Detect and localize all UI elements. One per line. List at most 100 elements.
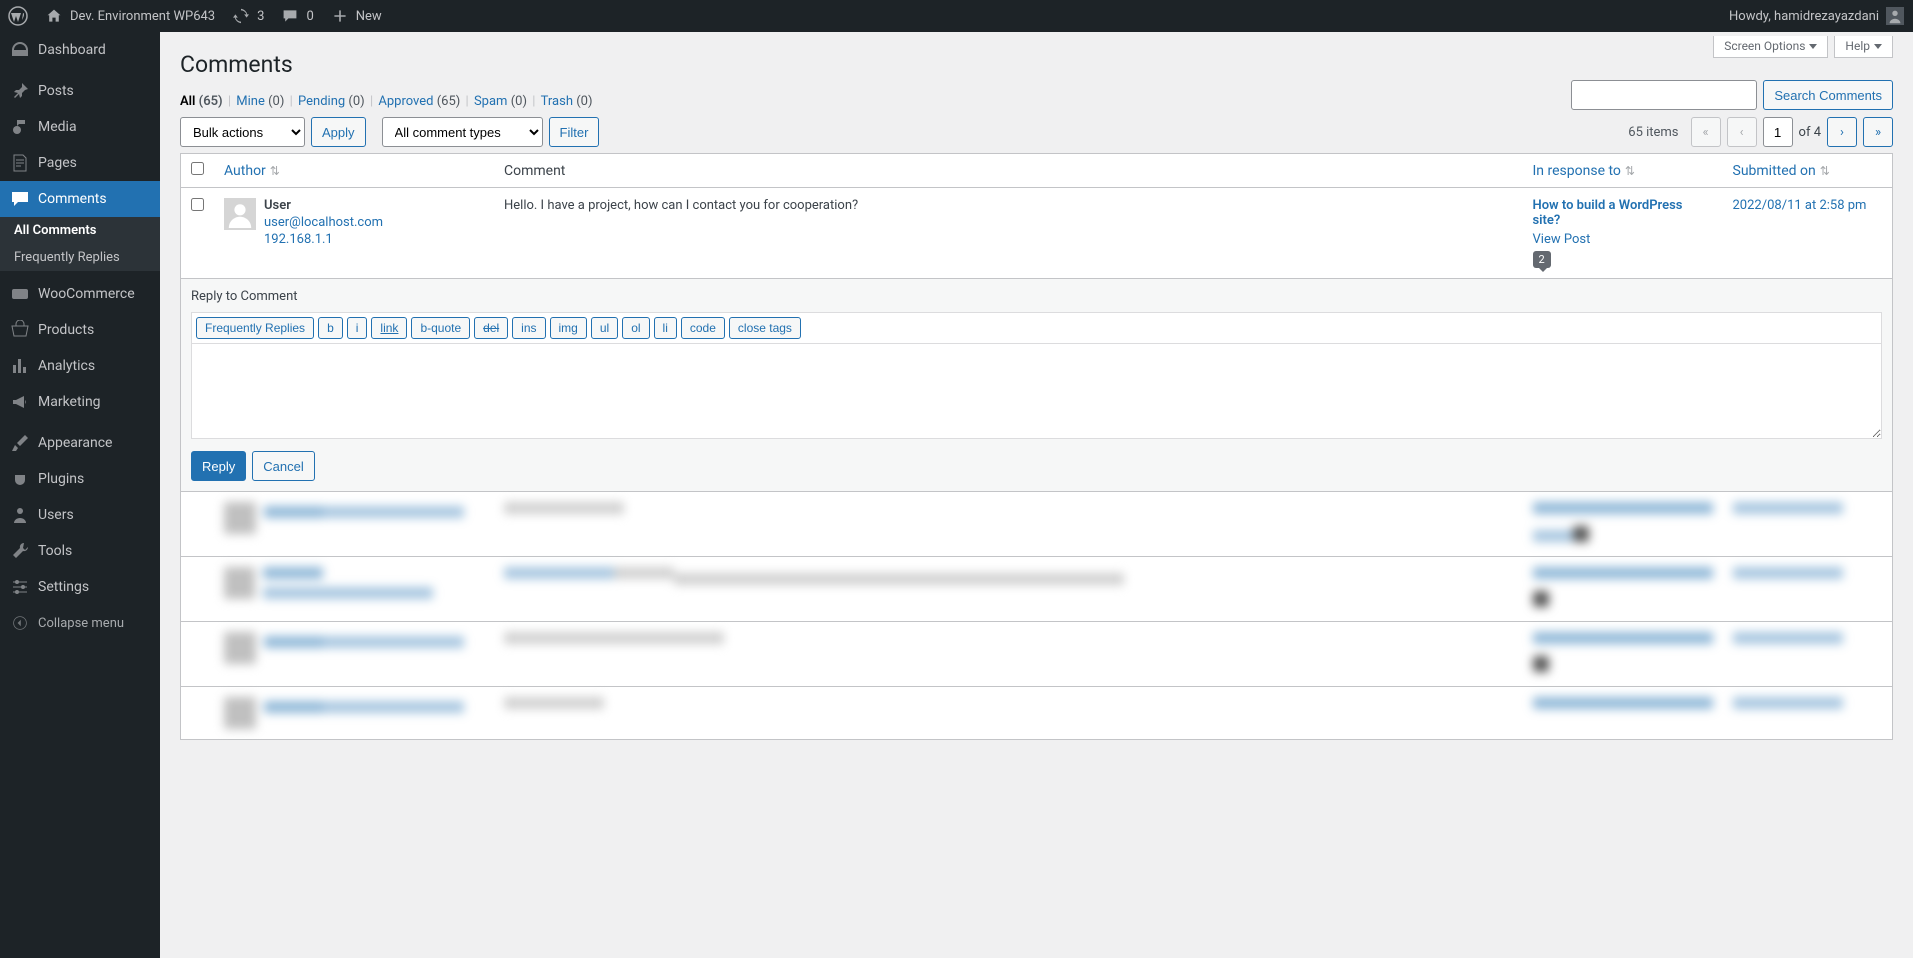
qt-italic[interactable]: i bbox=[347, 317, 368, 339]
comments-link[interactable]: 0 bbox=[280, 6, 313, 26]
current-page-input[interactable] bbox=[1763, 117, 1793, 147]
products-icon bbox=[10, 320, 30, 340]
sidebar-item-products[interactable]: Products bbox=[0, 312, 160, 348]
plug-icon bbox=[10, 469, 30, 489]
sidebar-item-marketing[interactable]: Marketing bbox=[0, 384, 160, 420]
qt-ul[interactable]: ul bbox=[591, 317, 618, 339]
sidebar-subitem-all-comments[interactable]: All Comments bbox=[0, 217, 160, 244]
sidebar-item-analytics[interactable]: Analytics bbox=[0, 348, 160, 384]
filter-mine[interactable]: Mine (0) bbox=[236, 94, 284, 109]
menu-label: Pages bbox=[38, 155, 77, 171]
comment-row-blurred bbox=[181, 557, 1893, 622]
reply-title: Reply to Comment bbox=[191, 289, 1882, 304]
menu-label: Marketing bbox=[38, 394, 101, 410]
comment-row-blurred bbox=[181, 622, 1893, 687]
menu-label: Tools bbox=[38, 543, 72, 559]
media-icon bbox=[10, 117, 30, 137]
qt-li[interactable]: li bbox=[654, 317, 677, 339]
pagination: 65 items « ‹ of 4 › » bbox=[1628, 117, 1893, 147]
qt-img[interactable]: img bbox=[550, 317, 587, 339]
column-author[interactable]: Author bbox=[224, 163, 266, 179]
wp-logo[interactable] bbox=[8, 6, 28, 26]
sidebar-item-posts[interactable]: Posts bbox=[0, 73, 160, 109]
search-comments-button[interactable]: Search Comments bbox=[1763, 80, 1893, 110]
triangle-down-icon bbox=[1809, 44, 1817, 49]
filter-spam[interactable]: Spam (0) bbox=[474, 94, 527, 109]
sidebar-item-users[interactable]: Users bbox=[0, 497, 160, 533]
comment-icon bbox=[10, 189, 30, 209]
sidebar-item-settings[interactable]: Settings bbox=[0, 569, 160, 605]
last-page-button[interactable]: » bbox=[1863, 117, 1893, 147]
qt-frequently-replies[interactable]: Frequently Replies bbox=[196, 317, 314, 339]
filter-pending[interactable]: Pending (0) bbox=[298, 94, 365, 109]
filter-approved[interactable]: Approved (65) bbox=[378, 94, 460, 109]
sidebar-item-comments[interactable]: Comments bbox=[0, 181, 160, 217]
next-page-button[interactable]: › bbox=[1827, 117, 1857, 147]
sidebar-item-media[interactable]: Media bbox=[0, 109, 160, 145]
qt-bquote[interactable]: b-quote bbox=[411, 317, 470, 339]
screen-options-button[interactable]: Screen Options bbox=[1713, 36, 1828, 58]
site-name-link[interactable]: Dev. Environment WP643 bbox=[44, 6, 215, 26]
row-checkbox[interactable] bbox=[191, 198, 204, 211]
column-date[interactable]: Submitted on bbox=[1733, 163, 1816, 179]
qt-del[interactable]: del bbox=[474, 317, 508, 339]
author-email[interactable]: user@localhost.com bbox=[264, 215, 383, 230]
qt-close-tags[interactable]: close tags bbox=[729, 317, 801, 339]
updates-link[interactable]: 3 bbox=[231, 6, 264, 26]
triangle-down-icon bbox=[1874, 44, 1882, 49]
select-all-checkbox[interactable] bbox=[191, 162, 204, 175]
response-post-title[interactable]: How to build a WordPress site? bbox=[1533, 198, 1713, 228]
updates-count: 3 bbox=[257, 9, 264, 24]
reply-submit-button[interactable]: Reply bbox=[191, 451, 246, 481]
author-name: User bbox=[264, 198, 383, 213]
sidebar-item-tools[interactable]: Tools bbox=[0, 533, 160, 569]
menu-label: WooCommerce bbox=[38, 286, 135, 302]
search-box: Search Comments bbox=[1571, 80, 1893, 110]
items-count: 65 items bbox=[1628, 125, 1678, 140]
qt-ol[interactable]: ol bbox=[622, 317, 649, 339]
new-content-link[interactable]: New bbox=[330, 6, 382, 26]
column-comment: Comment bbox=[504, 163, 565, 179]
comment-date[interactable]: 2022/08/11 at 2:58 pm bbox=[1733, 198, 1867, 213]
bulk-actions-select[interactable]: Bulk actions bbox=[180, 117, 305, 147]
sidebar-item-pages[interactable]: Pages bbox=[0, 145, 160, 181]
comment-row-blurred bbox=[181, 492, 1893, 557]
filter-all[interactable]: All (65) bbox=[180, 94, 223, 109]
qt-bold[interactable]: b bbox=[318, 317, 343, 339]
tablenav-top: Bulk actions Apply All comment types Fil… bbox=[180, 117, 1893, 147]
prev-page-button[interactable]: ‹ bbox=[1727, 117, 1757, 147]
view-post-link[interactable]: View Post bbox=[1533, 232, 1713, 247]
filter-button[interactable]: Filter bbox=[549, 117, 600, 147]
author-ip[interactable]: 192.168.1.1 bbox=[264, 232, 383, 247]
brush-icon bbox=[10, 433, 30, 453]
sidebar-item-dashboard[interactable]: Dashboard bbox=[0, 32, 160, 68]
comment-type-select[interactable]: All comment types bbox=[382, 117, 543, 147]
qt-ins[interactable]: ins bbox=[512, 317, 545, 339]
apply-button[interactable]: Apply bbox=[311, 117, 366, 147]
home-icon bbox=[44, 6, 64, 26]
post-comment-count[interactable]: 2 bbox=[1533, 251, 1551, 268]
wrench-icon bbox=[10, 541, 30, 561]
sidebar-item-woocommerce[interactable]: WooCommerce bbox=[0, 276, 160, 312]
sidebar-item-plugins[interactable]: Plugins bbox=[0, 461, 160, 497]
admin-bar: Dev. Environment WP643 3 0 New Howdy, ha… bbox=[0, 0, 1913, 32]
column-response[interactable]: In response to bbox=[1533, 163, 1621, 179]
reply-cancel-button[interactable]: Cancel bbox=[252, 451, 314, 481]
qt-code[interactable]: code bbox=[681, 317, 725, 339]
update-icon bbox=[231, 6, 251, 26]
comments-table: Author Comment In response to Submitted … bbox=[180, 153, 1893, 740]
help-button[interactable]: Help bbox=[1834, 36, 1893, 58]
reply-textarea[interactable] bbox=[191, 343, 1882, 439]
howdy-link[interactable]: Howdy, hamidrezayazdani bbox=[1729, 6, 1905, 26]
collapse-menu[interactable]: Collapse menu bbox=[0, 605, 160, 641]
qt-link[interactable]: link bbox=[371, 317, 407, 339]
filter-trash[interactable]: Trash (0) bbox=[541, 94, 593, 109]
author-avatar bbox=[224, 198, 256, 230]
avatar-icon bbox=[1885, 6, 1905, 26]
howdy-text: Howdy, hamidrezayazdani bbox=[1729, 9, 1879, 24]
search-input[interactable] bbox=[1571, 80, 1757, 110]
first-page-button[interactable]: « bbox=[1691, 117, 1721, 147]
sidebar-subitem-frequently-replies[interactable]: Frequently Replies bbox=[0, 244, 160, 271]
sidebar-item-appearance[interactable]: Appearance bbox=[0, 425, 160, 461]
comments-submenu: All Comments Frequently Replies bbox=[0, 217, 160, 271]
